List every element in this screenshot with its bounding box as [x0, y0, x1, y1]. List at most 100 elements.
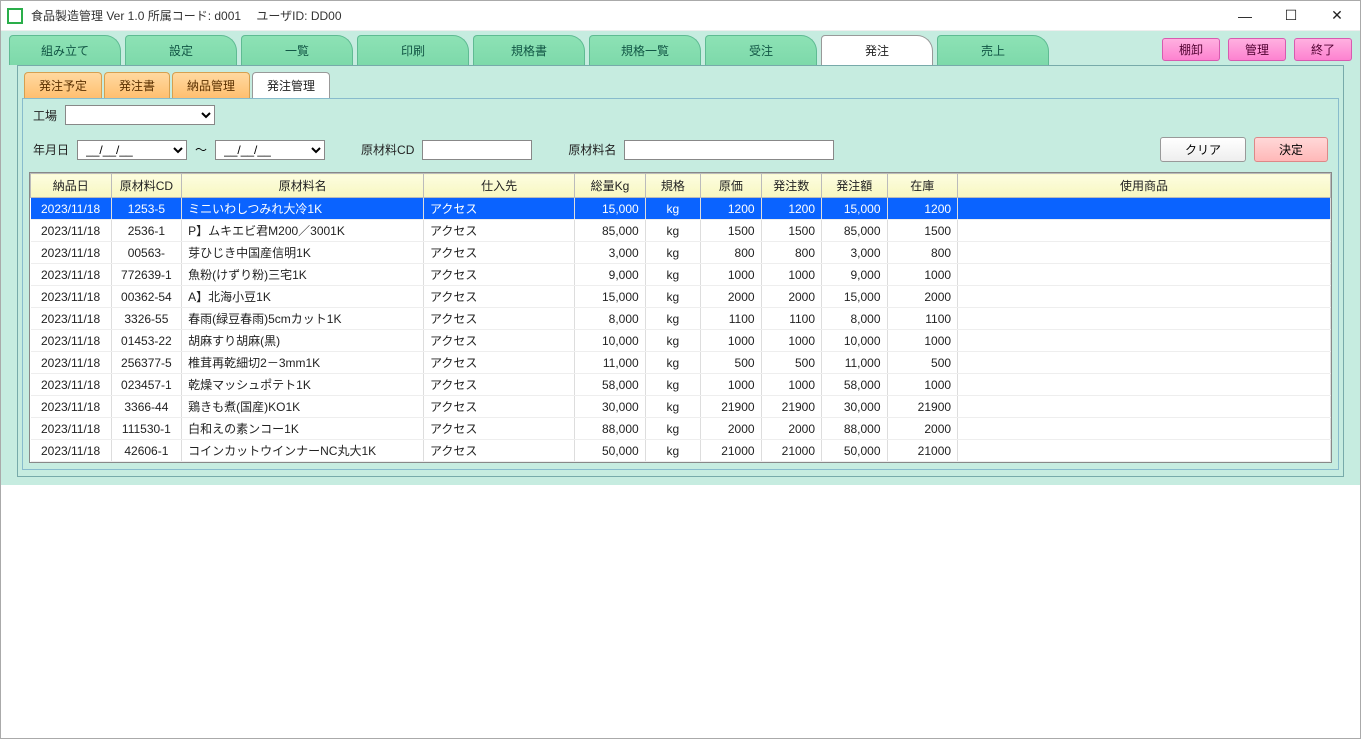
cell: 2023/11/18: [31, 242, 112, 264]
cell: 85,000: [575, 220, 646, 242]
main-tab-8[interactable]: 売上: [937, 35, 1049, 65]
table-row[interactable]: 2023/11/181253-5ミニいわしつみれ大冷1Kアクセス15,000kg…: [31, 198, 1331, 220]
stocktake-button[interactable]: 棚卸: [1162, 38, 1220, 61]
cell: 椎茸再乾細切2－3mm1K: [182, 352, 424, 374]
cell: 2000: [887, 286, 958, 308]
cell: 2023/11/18: [31, 352, 112, 374]
cell: 85,000: [822, 220, 888, 242]
sub-tab-0[interactable]: 発注予定: [24, 72, 102, 98]
maximize-button[interactable]: ☐: [1268, 1, 1314, 31]
ingredient-name-input[interactable]: [624, 140, 834, 160]
table-row[interactable]: 2023/11/182536-1P】ムキエビ君M200／3001Kアクセス85,…: [31, 220, 1331, 242]
main-tab-5[interactable]: 規格一覧: [589, 35, 701, 65]
factory-select[interactable]: [65, 105, 215, 125]
main-tab-7[interactable]: 発注: [821, 35, 933, 65]
cell: 魚粉(けずり粉)三宅1K: [182, 264, 424, 286]
sub-tab-2[interactable]: 納品管理: [172, 72, 250, 98]
cell: 15,000: [822, 286, 888, 308]
table-row[interactable]: 2023/11/18256377-5椎茸再乾細切2－3mm1Kアクセス11,00…: [31, 352, 1331, 374]
cell: 2000: [887, 418, 958, 440]
col-header-1[interactable]: 原材料CD: [111, 174, 182, 198]
cell: 10,000: [575, 330, 646, 352]
cell: 1100: [701, 308, 761, 330]
cell: ミニいわしつみれ大冷1K: [182, 198, 424, 220]
col-header-2[interactable]: 原材料名: [182, 174, 424, 198]
col-header-5[interactable]: 規格: [645, 174, 700, 198]
col-header-6[interactable]: 原価: [701, 174, 761, 198]
exit-button[interactable]: 終了: [1294, 38, 1352, 61]
cell: 21000: [761, 440, 821, 462]
table-row[interactable]: 2023/11/183326-55春雨(緑豆春雨)5cmカット1Kアクセス8,0…: [31, 308, 1331, 330]
cell: [958, 374, 1331, 396]
table-row[interactable]: 2023/11/183366-44鶏きも煮(国産)KO1Kアクセス30,000k…: [31, 396, 1331, 418]
cell: 白和えの素ンコー1K: [182, 418, 424, 440]
app-window: 食品製造管理 Ver 1.0 所属コード: d001 ユーザID: DD00 —…: [0, 0, 1361, 739]
col-header-4[interactable]: 総量Kg: [575, 174, 646, 198]
cell: 乾燥マッシュポテト1K: [182, 374, 424, 396]
cell: 21000: [701, 440, 761, 462]
cell: [958, 418, 1331, 440]
col-header-3[interactable]: 仕入先: [424, 174, 575, 198]
cell: kg: [645, 286, 700, 308]
clear-button[interactable]: クリア: [1160, 137, 1246, 162]
cell: 01453-22: [111, 330, 182, 352]
cell: アクセス: [424, 330, 575, 352]
cell: kg: [645, 264, 700, 286]
cell: 42606-1: [111, 440, 182, 462]
cell: 50,000: [575, 440, 646, 462]
cell: 21000: [887, 440, 958, 462]
col-header-10[interactable]: 使用商品: [958, 174, 1331, 198]
cell: kg: [645, 374, 700, 396]
close-button[interactable]: ✕: [1314, 1, 1360, 31]
cell: アクセス: [424, 396, 575, 418]
table-row[interactable]: 2023/11/1842606-1コインカットウインナーNC丸大1Kアクセス50…: [31, 440, 1331, 462]
cell: [958, 440, 1331, 462]
sub-tab-1[interactable]: 発注書: [104, 72, 170, 98]
cell: アクセス: [424, 286, 575, 308]
table-row[interactable]: 2023/11/18111530-1白和えの素ンコー1Kアクセス88,000kg…: [31, 418, 1331, 440]
admin-button[interactable]: 管理: [1228, 38, 1286, 61]
order-table: 納品日原材料CD原材料名仕入先総量Kg規格原価発注数発注額在庫使用商品 2023…: [30, 173, 1331, 462]
filter-row-2: 年月日 __/__/__ ～ __/__/__ 原材料CD 原材料名 クリア 決…: [23, 131, 1338, 168]
date-from-select[interactable]: __/__/__: [77, 140, 187, 160]
cell: アクセス: [424, 374, 575, 396]
main-tab-1[interactable]: 設定: [125, 35, 237, 65]
cell: 8,000: [822, 308, 888, 330]
cell: [958, 220, 1331, 242]
table-row[interactable]: 2023/11/18772639-1魚粉(けずり粉)三宅1Kアクセス9,000k…: [31, 264, 1331, 286]
col-header-0[interactable]: 納品日: [31, 174, 112, 198]
cell: 胡麻すり胡麻(黒): [182, 330, 424, 352]
cell: kg: [645, 242, 700, 264]
date-to-select[interactable]: __/__/__: [215, 140, 325, 160]
cell: 30,000: [575, 396, 646, 418]
cell: 3,000: [822, 242, 888, 264]
col-header-9[interactable]: 在庫: [887, 174, 958, 198]
minimize-button[interactable]: —: [1222, 1, 1268, 31]
cell: kg: [645, 440, 700, 462]
main-tab-6[interactable]: 受注: [705, 35, 817, 65]
cell: 500: [701, 352, 761, 374]
cell: 58,000: [575, 374, 646, 396]
table-row[interactable]: 2023/11/1800563-芽ひじき中国産信明1Kアクセス3,000kg80…: [31, 242, 1331, 264]
sub-tab-3[interactable]: 発注管理: [252, 72, 330, 98]
table-row[interactable]: 2023/11/18023457-1乾燥マッシュポテト1Kアクセス58,000k…: [31, 374, 1331, 396]
cell: A】北海小豆1K: [182, 286, 424, 308]
cell: P】ムキエビ君M200／3001K: [182, 220, 424, 242]
main-tab-4[interactable]: 規格書: [473, 35, 585, 65]
ing-name-label: 原材料名: [568, 141, 616, 158]
table-row[interactable]: 2023/11/1800362-54A】北海小豆1Kアクセス15,000kg20…: [31, 286, 1331, 308]
cell: 2023/11/18: [31, 264, 112, 286]
main-tab-2[interactable]: 一覧: [241, 35, 353, 65]
cell: 21900: [887, 396, 958, 418]
cell: 88,000: [575, 418, 646, 440]
col-header-8[interactable]: 発注額: [822, 174, 888, 198]
cell: 00362-54: [111, 286, 182, 308]
cell: 1500: [887, 220, 958, 242]
table-row[interactable]: 2023/11/1801453-22胡麻すり胡麻(黒)アクセス10,000kg1…: [31, 330, 1331, 352]
col-header-7[interactable]: 発注数: [761, 174, 821, 198]
main-tab-3[interactable]: 印刷: [357, 35, 469, 65]
main-tab-0[interactable]: 組み立て: [9, 35, 121, 65]
ingredient-cd-input[interactable]: [422, 140, 532, 160]
data-grid[interactable]: 納品日原材料CD原材料名仕入先総量Kg規格原価発注数発注額在庫使用商品 2023…: [29, 172, 1332, 463]
decide-button[interactable]: 決定: [1254, 137, 1328, 162]
